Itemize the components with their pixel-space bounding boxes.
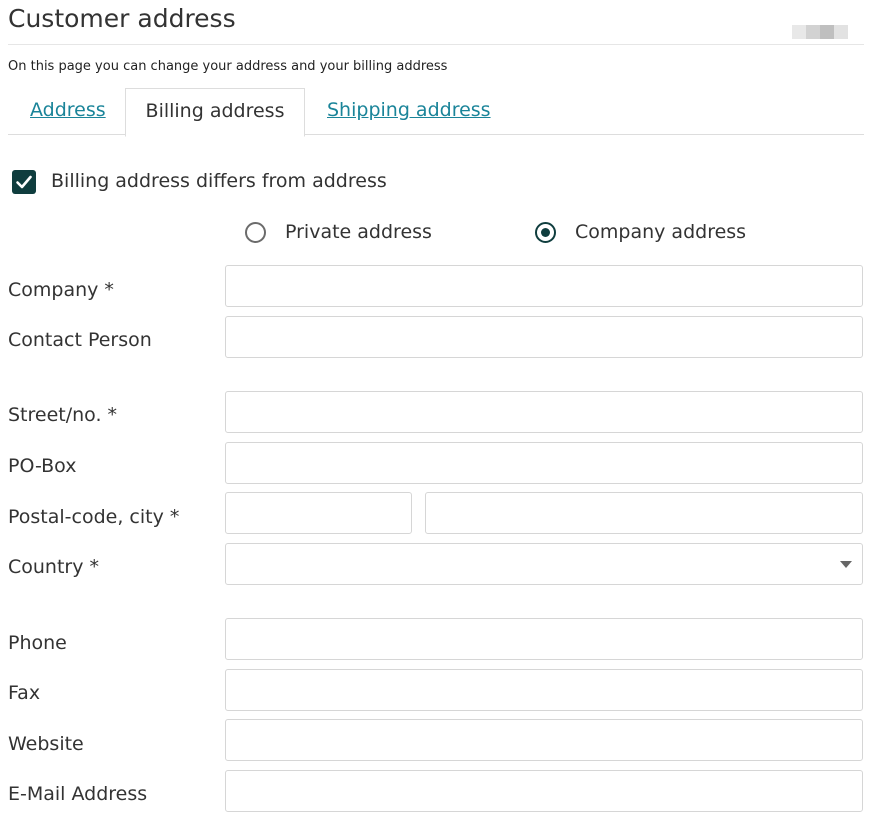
email-input[interactable] [225,770,863,812]
street-input[interactable] [225,391,863,433]
country-select[interactable] [225,543,863,585]
title-divider [8,44,864,45]
po-box-input[interactable] [225,442,863,484]
po-box-label: PO-Box [8,455,77,477]
website-label: Website [8,733,84,755]
radio-private-address-label: Private address [285,221,432,243]
website-input[interactable] [225,719,863,761]
billing-differs-label: Billing address differs from address [51,170,387,192]
tab-address[interactable]: Address [30,88,106,135]
company-input[interactable] [225,265,863,307]
street-label: Street/no. * [8,404,118,426]
city-input[interactable] [425,492,863,534]
billing-differs-checkbox[interactable] [12,170,36,194]
email-label: E-Mail Address [8,783,148,805]
phone-input[interactable] [225,618,863,660]
tab-shipping-address[interactable]: Shipping address [327,88,491,135]
radio-private-address[interactable] [245,222,266,243]
phone-label: Phone [8,632,67,654]
postal-code-input[interactable] [225,492,412,534]
tab-billing-address[interactable]: Billing address [125,88,305,137]
fax-label: Fax [8,682,41,704]
page-title: Customer address [8,4,236,33]
chevron-down-icon [840,561,852,568]
checkmark-icon [16,175,32,189]
postal-city-label: Postal-code, city * [8,506,180,528]
user-avatar-pixelated [792,25,848,39]
fax-input[interactable] [225,669,863,711]
radio-company-address-label: Company address [575,221,747,243]
page-subtitle: On this page you can change your address… [8,59,448,74]
contact-person-input[interactable] [225,316,863,358]
company-label: Company * [8,279,114,301]
contact-person-label: Contact Person [8,329,152,351]
country-label: Country * [8,556,100,578]
radio-company-address[interactable] [535,222,556,243]
